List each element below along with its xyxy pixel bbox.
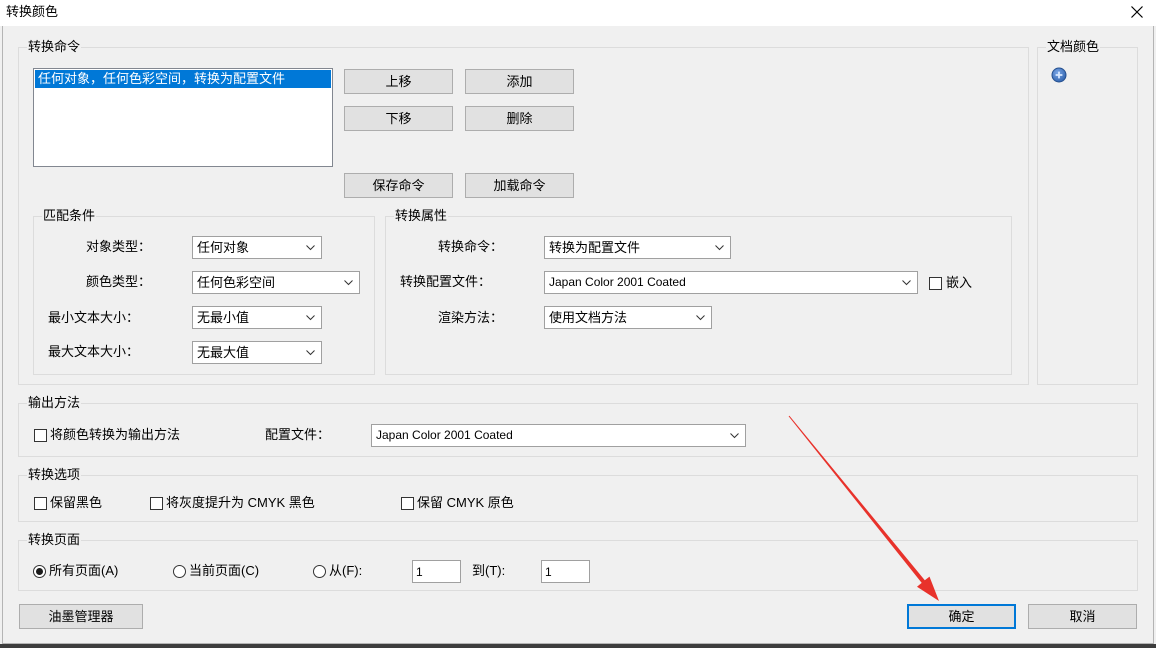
- conversion-command-value: 转换为配置文件: [549, 240, 641, 255]
- convert-to-output-label[interactable]: 将颜色转换为输出方法: [50, 427, 180, 443]
- min-text-size-label: 最小文本大小：: [48, 310, 140, 325]
- current-page-radio[interactable]: [173, 565, 186, 578]
- object-type-value: 任何对象: [197, 240, 250, 255]
- max-text-size-label: 最大文本大小：: [48, 344, 140, 359]
- color-type-dropdown[interactable]: 任何色彩空间: [192, 271, 360, 294]
- chevron-down-icon: [902, 280, 911, 286]
- close-icon: [1131, 6, 1143, 18]
- command-listbox[interactable]: 任何对象，任何色彩空间，转换为配置文件: [33, 68, 333, 167]
- group-label-pages: 转换页面: [27, 532, 82, 548]
- conversion-command-dropdown[interactable]: 转换为配置文件: [544, 236, 731, 259]
- promote-gray-label[interactable]: 将灰度提升为 CMYK 黑色: [166, 495, 315, 511]
- move-down-button[interactable]: 下移: [344, 106, 453, 131]
- group-label-conversion-commands: 转换命令: [27, 39, 82, 55]
- chevron-down-icon: [715, 245, 724, 251]
- min-text-size-dropdown[interactable]: 无最小值: [192, 306, 322, 329]
- color-type-value: 任何色彩空间: [197, 275, 276, 290]
- all-pages-radio[interactable]: [33, 565, 46, 578]
- move-up-button[interactable]: 上移: [344, 69, 453, 94]
- to-page-label: 到(T):: [472, 563, 506, 578]
- output-profile-label: 配置文件：: [265, 427, 331, 442]
- color-type-label: 颜色类型：: [86, 274, 152, 289]
- group-label-matching-criteria: 匹配条件: [42, 208, 97, 224]
- title-bar[interactable]: 转换颜色: [0, 0, 1156, 26]
- preserve-black-checkbox[interactable]: [34, 497, 47, 510]
- group-label-document-colors: 文档颜色: [1046, 39, 1101, 55]
- conversion-profile-label: 转换配置文件：: [400, 274, 492, 289]
- close-button[interactable]: [1127, 2, 1147, 22]
- page-range-label[interactable]: 从(F):: [329, 563, 362, 579]
- conversion-profile-value: Japan Color 2001 Coated: [549, 275, 686, 289]
- load-commands-button[interactable]: 加载命令: [465, 173, 574, 198]
- object-type-dropdown[interactable]: 任何对象: [192, 236, 322, 259]
- page-range-radio[interactable]: [313, 565, 326, 578]
- embed-checkbox-label[interactable]: 嵌入: [946, 275, 972, 291]
- convert-colors-dialog: 转换颜色 转换命令 任何对象，任何色彩空间，转换为配置文件 上移 添加 下移 删…: [0, 0, 1156, 644]
- group-label-conversion-attributes: 转换属性: [394, 208, 449, 224]
- rendering-intent-label: 渲染方法：: [438, 310, 504, 325]
- delete-button[interactable]: 删除: [465, 106, 574, 131]
- chevron-down-icon: [344, 280, 353, 286]
- plus-circle-icon[interactable]: [1051, 67, 1067, 83]
- chevron-down-icon: [306, 315, 315, 321]
- min-text-size-value: 无最小值: [197, 310, 250, 325]
- from-page-input[interactable]: [412, 560, 461, 583]
- output-profile-value: Japan Color 2001 Coated: [376, 428, 513, 442]
- save-commands-button[interactable]: 保存命令: [344, 173, 453, 198]
- group-label-conversion-options: 转换选项: [27, 467, 82, 483]
- promote-gray-checkbox[interactable]: [150, 497, 163, 510]
- group-document-colors: 文档颜色: [1037, 39, 1138, 385]
- preserve-cmyk-checkbox[interactable]: [401, 497, 414, 510]
- chevron-down-icon: [730, 433, 739, 439]
- ink-manager-button[interactable]: 油墨管理器: [19, 604, 143, 629]
- list-item[interactable]: 任何对象，任何色彩空间，转换为配置文件: [35, 70, 331, 88]
- convert-to-output-checkbox[interactable]: [34, 429, 47, 442]
- ok-button[interactable]: 确定: [907, 604, 1016, 629]
- output-profile-dropdown[interactable]: Japan Color 2001 Coated: [371, 424, 746, 447]
- cancel-button[interactable]: 取消: [1028, 604, 1137, 629]
- conversion-command-label: 转换命令：: [438, 239, 504, 254]
- chevron-down-icon: [306, 245, 315, 251]
- all-pages-label[interactable]: 所有页面(A): [49, 563, 118, 579]
- rendering-intent-dropdown[interactable]: 使用文档方法: [544, 306, 712, 329]
- add-button[interactable]: 添加: [465, 69, 574, 94]
- preserve-black-label[interactable]: 保留黑色: [50, 495, 102, 511]
- object-type-label: 对象类型：: [86, 239, 152, 254]
- current-page-label[interactable]: 当前页面(C): [189, 563, 259, 579]
- max-text-size-value: 无最大值: [197, 345, 250, 360]
- chevron-down-icon: [306, 350, 315, 356]
- to-page-input[interactable]: [541, 560, 590, 583]
- embed-checkbox[interactable]: [929, 277, 942, 290]
- conversion-profile-dropdown[interactable]: Japan Color 2001 Coated: [544, 271, 918, 294]
- group-label-output-intent: 输出方法: [27, 395, 82, 411]
- preserve-cmyk-label[interactable]: 保留 CMYK 原色: [417, 495, 514, 511]
- chevron-down-icon: [696, 315, 705, 321]
- rendering-intent-value: 使用文档方法: [549, 310, 628, 325]
- window-title: 转换颜色: [6, 4, 59, 19]
- max-text-size-dropdown[interactable]: 无最大值: [192, 341, 322, 364]
